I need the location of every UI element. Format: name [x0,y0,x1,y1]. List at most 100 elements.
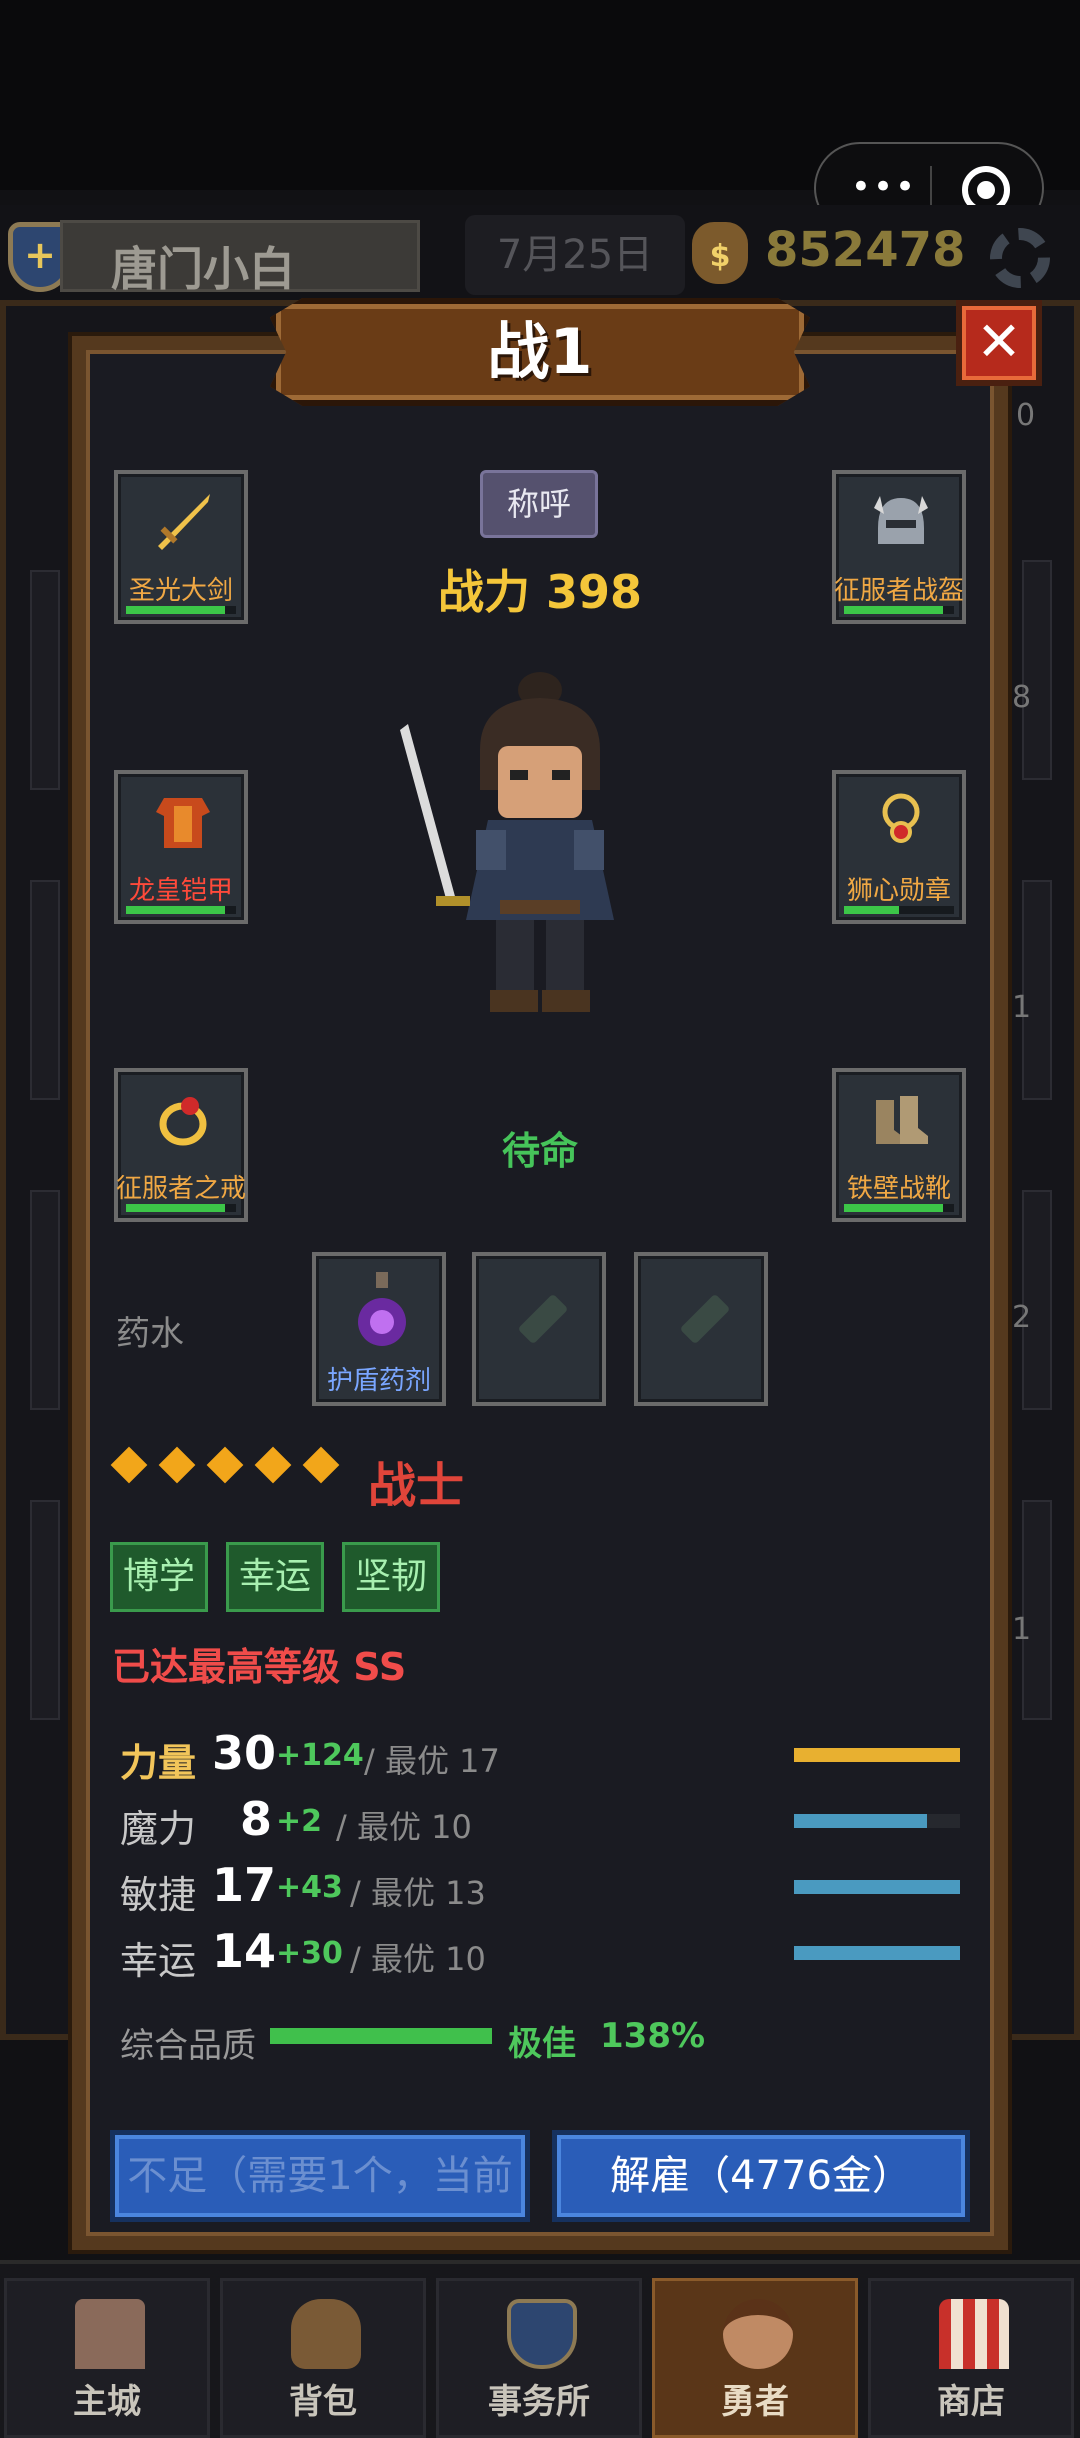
nav-tab-agency[interactable]: 事务所 [436,2278,642,2438]
potion-slot-empty[interactable] [472,1252,606,1406]
boots-icon [876,1096,928,1144]
stat-row-luck: 幸运 14 +30 / 最优 10 [120,1924,960,1984]
settings-gear-icon[interactable] [990,228,1050,288]
stat-row-magic: 魔力 8 +2 / 最优 10 [120,1792,960,1852]
stat-best: / 最优 10 [336,1808,472,1846]
star-icon [158,1446,196,1484]
equip-slot-weapon[interactable]: 圣光大剑 [114,470,248,624]
equip-slot-ring[interactable]: 征服者之戒 [114,1068,248,1222]
durability-fill [844,606,943,614]
potion-slot[interactable]: 护盾药剂 [312,1252,446,1406]
stat-name: 魔力 [120,1807,197,1851]
empty-vial-icon [679,1293,731,1345]
star-rating [110,1446,356,1484]
trait-tag[interactable]: 博学 [110,1542,209,1612]
title-badge-button[interactable]: 称呼 [480,470,598,538]
coin-bag-icon: $ [692,222,748,284]
bg-card [30,880,60,1100]
stat-bar-fill [794,1946,960,1960]
bg-card [30,1190,60,1410]
hero-class: 战士 [368,1458,465,1514]
overall-grade: 极佳 [508,2024,576,2064]
durability-fill [126,1204,225,1212]
bg-card [30,1500,60,1720]
stat-bar-fill [794,1814,927,1828]
upgrade-button[interactable]: 不足（需要1个，当前 [110,2130,530,2222]
durability-fill [844,1204,943,1212]
bg-digit: 0 [1016,398,1036,433]
stat-value: 30 [212,1726,277,1780]
equip-slot-boots[interactable]: 铁壁战靴 [832,1068,966,1222]
amulet-icon [882,793,920,843]
equip-name: 铁壁战靴 [846,1174,951,1204]
stat-bonus: +124 [276,1738,364,1773]
stat-bonus: +2 [276,1804,323,1839]
stat-bar-fill [794,1880,960,1894]
star-icon [110,1446,148,1484]
stat-value: 8 [239,1792,272,1846]
trait-tag[interactable]: 坚韧 [342,1542,441,1612]
bg-card [1022,1500,1052,1720]
game-screen: ••• 唐门小白 7月25日 $ 852478 0 8 1 2 1 主城 背包 … [0,0,1080,2438]
ring-icon [159,1097,207,1146]
panel-title: 战1 [487,315,593,388]
nav-tab-shop[interactable]: 商店 [868,2278,1074,2438]
overall-quality-label: 综合品质 [120,2026,256,2066]
equip-slot-accessory[interactable]: 狮心勋章 [832,770,966,924]
shield-icon [507,2299,577,2369]
gold-amount: 852478 [765,222,966,278]
nav-tab-main-city[interactable]: 主城 [4,2278,210,2438]
close-icon: ✕ [976,310,1022,373]
stat-best: / 最优 13 [350,1874,486,1912]
stat-value: 14 [212,1924,277,1978]
close-button[interactable]: ✕ [956,300,1042,386]
date-display: 7月25日 [465,215,685,295]
player-name: 唐门小白 [111,242,295,296]
equip-slot-armor[interactable]: 龙皇铠甲 [114,770,248,924]
stat-bonus: +30 [276,1936,343,1971]
bg-digit: 8 [1012,680,1032,715]
durability-track [126,1204,236,1212]
bg-card [30,570,60,790]
stat-value: 17 [212,1858,277,1912]
equip-name: 征服者之戒 [115,1174,246,1204]
durability-fill [126,906,225,914]
equip-name: 龙皇铠甲 [128,876,233,906]
durability-track [844,1204,954,1212]
durability-track [844,606,954,614]
hero-icon [723,2299,793,2369]
nav-label: 事务所 [488,2382,590,2422]
durability-track [126,606,236,614]
stat-row-strength: 力量 30 +124 / 最优 17 [120,1726,960,1786]
stat-bar [794,1880,960,1894]
stat-bar-fill [794,1748,960,1762]
hero-status: 待命 [501,1129,578,1173]
bag-icon [291,2299,361,2369]
castle-icon [75,2299,145,2369]
potion-label: 药水 [116,1314,184,1354]
durability-fill [844,906,899,914]
durability-fill [126,606,225,614]
armor-icon [156,798,210,848]
shop-icon [939,2299,1009,2369]
helmet-icon [874,496,928,544]
nav-label: 商店 [937,2382,1005,2422]
stat-bar [794,1748,960,1762]
durability-track [844,906,954,914]
potion-icon [358,1272,406,1346]
bg-digit: 1 [1012,990,1032,1025]
nav-tab-backpack[interactable]: 背包 [220,2278,426,2438]
player-name-plate: 唐门小白 [60,220,420,296]
potion-slot-empty[interactable] [634,1252,768,1406]
overall-percent: 138% [600,2016,706,2056]
trait-tag[interactable]: 幸运 [226,1542,325,1612]
dismiss-button[interactable]: 解雇（4776金） [552,2130,970,2222]
bottom-nav: 主城 背包 事务所 勇者 商店 [0,2260,1080,2438]
star-icon [254,1446,292,1484]
potion-name: 护盾药剂 [326,1366,431,1396]
nav-tab-heroes[interactable]: 勇者 [652,2278,858,2438]
equip-slot-helmet[interactable]: 征服者战盔 [832,470,966,624]
stat-name: 力量 [120,1741,197,1785]
bg-card [1022,560,1052,780]
more-dots-icon[interactable]: ••• [844,170,924,204]
